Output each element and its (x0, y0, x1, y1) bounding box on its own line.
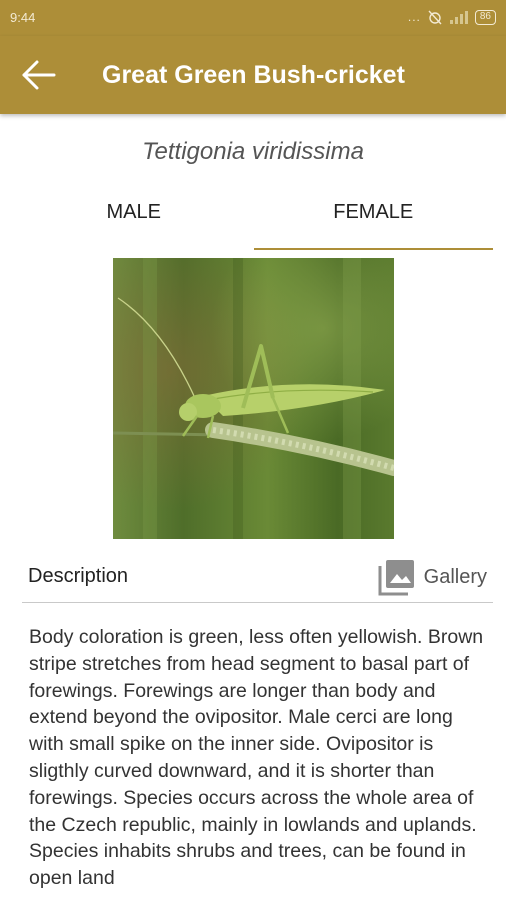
alarm-off-icon (428, 10, 442, 25)
gallery-icon (378, 560, 414, 596)
bush-cricket-image (113, 258, 394, 539)
app-bar: Great Green Bush-cricket (0, 36, 506, 114)
scientific-name: Tettigonia viridissima (142, 138, 364, 165)
species-photo[interactable] (113, 258, 394, 539)
notification-dots: ... (407, 10, 421, 24)
gallery-button[interactable]: Gallery (378, 558, 487, 596)
arrow-left-icon (22, 60, 56, 90)
status-time: 9:44 (10, 10, 36, 25)
description-text: Body coloration is green, less often yel… (29, 626, 484, 890)
tab-male[interactable]: MALE (14, 186, 254, 250)
status-icons: ... 86 (408, 9, 496, 25)
description-header: Description Gallery (22, 548, 493, 603)
signal-icon (449, 11, 468, 24)
battery-indicator: 86 (474, 9, 496, 25)
page-title: Great Green Bush-cricket (102, 61, 405, 89)
description-heading: Description (28, 565, 129, 587)
status-bar: 9:44 ... 86 (0, 0, 506, 36)
gallery-label: Gallery (423, 565, 487, 588)
sex-tabs: MALE FEMALE (14, 186, 493, 250)
back-button[interactable] (18, 57, 58, 93)
tab-female[interactable]: FEMALE (253, 186, 494, 250)
